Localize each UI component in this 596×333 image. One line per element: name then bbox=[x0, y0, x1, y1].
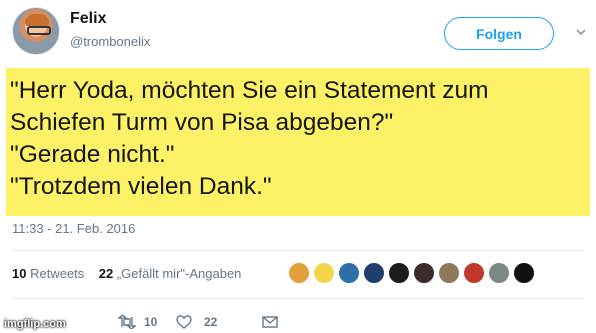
message-action[interactable] bbox=[262, 313, 278, 331]
retweets-label[interactable]: Retweets bbox=[30, 266, 84, 281]
tweet-timestamp[interactable]: 11:33 - 21. Feb. 2016 bbox=[12, 221, 135, 236]
like-action[interactable]: 22 bbox=[176, 313, 217, 331]
tweet-line: "Trotzdem vielen Dank." bbox=[10, 173, 272, 200]
like-count: 22 bbox=[204, 315, 218, 329]
avatar-black-logo[interactable] bbox=[513, 262, 535, 284]
likes-count[interactable]: 22 bbox=[99, 266, 113, 281]
divider bbox=[12, 250, 584, 251]
avatar-record[interactable] bbox=[413, 262, 435, 284]
follow-button[interactable]: Folgen bbox=[444, 17, 554, 50]
user-display-name[interactable]: Felix bbox=[70, 10, 106, 28]
retweet-count: 10 bbox=[144, 315, 158, 329]
avatar-photo-person[interactable] bbox=[438, 262, 460, 284]
heart-icon[interactable] bbox=[176, 315, 192, 329]
chevron-down-icon[interactable] bbox=[575, 26, 587, 38]
retweet-action[interactable]: 10 bbox=[118, 313, 157, 331]
avatar-tennessee-titans[interactable] bbox=[363, 262, 385, 284]
tweet-text: "Herr Yoda, möchten Sie ein Statement zu… bbox=[10, 75, 590, 203]
avatar-lightbulb[interactable] bbox=[313, 262, 335, 284]
avatar-dark-circle[interactable] bbox=[388, 262, 410, 284]
avatar-red-shirt[interactable] bbox=[463, 262, 485, 284]
avatar-blue-pattern[interactable] bbox=[338, 262, 360, 284]
user-handle[interactable]: @trombonelix bbox=[70, 34, 150, 49]
tweet-stats: 10 Retweets 22 „Gefällt mir"-Angaben bbox=[12, 266, 241, 281]
tweet-line: "Herr Yoda, möchten Sie ein Statement zu… bbox=[10, 77, 489, 104]
retweet-icon[interactable] bbox=[118, 315, 136, 329]
retweets-count[interactable]: 10 bbox=[12, 266, 26, 281]
envelope-icon[interactable] bbox=[262, 315, 278, 329]
tweet-line: Schiefen Turm von Pisa abgeben?" bbox=[10, 109, 394, 136]
likes-label[interactable]: „Gefällt mir"-Angaben bbox=[117, 266, 242, 281]
avatar-yellow-bird[interactable] bbox=[288, 262, 310, 284]
divider bbox=[12, 298, 584, 299]
avatar-gray-landscape[interactable] bbox=[488, 262, 510, 284]
watermark: imgflip.com bbox=[4, 318, 66, 330]
tweet-line: "Gerade nicht." bbox=[10, 141, 175, 168]
profile-avatar[interactable] bbox=[12, 7, 60, 55]
